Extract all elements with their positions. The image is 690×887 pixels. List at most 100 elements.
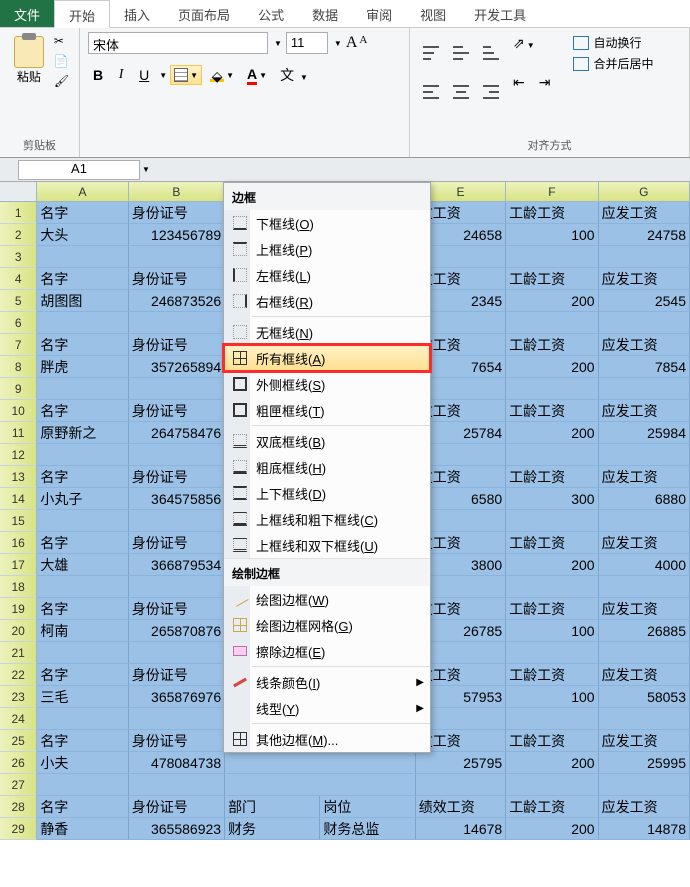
cell[interactable]: 财务总监 (320, 818, 415, 840)
cell[interactable] (599, 246, 690, 268)
cell[interactable]: 名字 (37, 400, 128, 422)
cell[interactable]: 应发工资 (599, 796, 690, 818)
cell[interactable]: 6880 (599, 488, 690, 510)
cell[interactable]: 工龄工资 (506, 400, 598, 422)
cell[interactable]: 264758476 (129, 422, 225, 444)
row-header[interactable]: 11 (0, 422, 37, 444)
cut-icon[interactable]: ✂ (54, 34, 69, 48)
cell[interactable] (37, 708, 128, 730)
menu-item-tthkb[interactable]: 上框线和粗下框线(C) (224, 506, 430, 532)
cell[interactable] (506, 708, 598, 730)
tab-insert[interactable]: 插入 (110, 0, 164, 27)
menu-item-draw[interactable]: 绘图边框(W) (224, 586, 430, 612)
cell[interactable]: 绩效工资 (416, 796, 506, 818)
cell[interactable] (599, 378, 690, 400)
menu-item-dblb[interactable]: 双底框线(B) (224, 428, 430, 454)
row-header[interactable]: 29 (0, 818, 37, 840)
col-header-G[interactable]: G (599, 182, 690, 201)
align-center-icon[interactable] (448, 71, 474, 102)
align-right-icon[interactable] (478, 71, 504, 102)
cell[interactable]: 名字 (37, 598, 128, 620)
cell[interactable] (129, 576, 225, 598)
col-header-A[interactable]: A (37, 182, 128, 201)
row-header[interactable]: 24 (0, 708, 37, 730)
cell[interactable] (416, 774, 506, 796)
phonetic-button[interactable]: 文 ▼ (275, 62, 313, 88)
tab-page-layout[interactable]: 页面布局 (164, 0, 244, 27)
cell[interactable]: 工龄工资 (506, 796, 598, 818)
cell[interactable]: 财务 (225, 818, 320, 840)
tab-view[interactable]: 视图 (406, 0, 460, 27)
cell[interactable]: 应发工资 (599, 400, 690, 422)
cell[interactable]: 身份证号 (129, 466, 225, 488)
row-header[interactable]: 18 (0, 576, 37, 598)
cell[interactable]: 200 (506, 818, 598, 840)
cell[interactable] (129, 246, 225, 268)
menu-item-thick[interactable]: 粗匣框线(T) (224, 397, 430, 423)
menu-item-erase[interactable]: 擦除边框(E) (224, 638, 430, 664)
orientation-icon[interactable]: ⇗▼ (508, 32, 540, 63)
row-header[interactable]: 12 (0, 444, 37, 466)
row-header[interactable]: 9 (0, 378, 37, 400)
cell[interactable]: 478084738 (129, 752, 225, 774)
cell[interactable]: 工龄工资 (506, 532, 598, 554)
cell[interactable]: 366879534 (129, 554, 225, 576)
cell[interactable]: 25995 (599, 752, 690, 774)
row-header[interactable]: 8 (0, 356, 37, 378)
cell[interactable] (37, 642, 128, 664)
tab-data[interactable]: 数据 (298, 0, 352, 27)
cell[interactable] (506, 510, 598, 532)
cell[interactable]: 工龄工资 (506, 664, 598, 686)
cell[interactable]: 应发工资 (599, 532, 690, 554)
menu-item-right[interactable]: 右框线(R) (224, 288, 430, 314)
increase-indent-icon[interactable]: ⇥ (534, 71, 556, 102)
row-header[interactable]: 27 (0, 774, 37, 796)
cell[interactable] (506, 576, 598, 598)
row-header[interactable]: 14 (0, 488, 37, 510)
menu-item-bottom[interactable]: 下框线(O) (224, 210, 430, 236)
row-header[interactable]: 13 (0, 466, 37, 488)
cell[interactable]: 14678 (416, 818, 506, 840)
cell[interactable] (129, 444, 225, 466)
cell[interactable] (129, 510, 225, 532)
cell[interactable] (129, 774, 225, 796)
cell[interactable]: 24758 (599, 224, 690, 246)
row-header[interactable]: 25 (0, 730, 37, 752)
row-header[interactable]: 6 (0, 312, 37, 334)
cell[interactable] (599, 642, 690, 664)
cell[interactable]: 200 (506, 422, 598, 444)
row-header[interactable]: 5 (0, 290, 37, 312)
row-header[interactable]: 3 (0, 246, 37, 268)
cell[interactable]: 大头 (37, 224, 128, 246)
menu-item-top[interactable]: 上框线(P) (224, 236, 430, 262)
cell[interactable]: 25795 (416, 752, 506, 774)
cell[interactable]: 小夫 (37, 752, 128, 774)
align-top-icon[interactable] (418, 32, 444, 63)
cell[interactable] (506, 312, 598, 334)
row-header[interactable]: 22 (0, 664, 37, 686)
font-color-button[interactable]: A ▼ (242, 63, 272, 88)
row-header[interactable]: 19 (0, 598, 37, 620)
cell[interactable]: 123456789 (129, 224, 225, 246)
menu-item-out[interactable]: 外侧框线(S) (224, 371, 430, 397)
menu-item-none[interactable]: 无框线(N) (224, 319, 430, 345)
cell[interactable]: 应发工资 (599, 664, 690, 686)
fill-color-button[interactable]: ⬙ ▼ (205, 65, 239, 85)
menu-item-grid[interactable]: 绘图边框网格(G) (224, 612, 430, 638)
cell[interactable]: 身份证号 (129, 400, 225, 422)
cell[interactable] (599, 312, 690, 334)
merge-center-button[interactable]: 合并后居中 (571, 53, 655, 74)
menu-item-thkb[interactable]: 粗底框线(H) (224, 454, 430, 480)
row-header[interactable]: 7 (0, 334, 37, 356)
row-header[interactable]: 26 (0, 752, 37, 774)
menu-item-tdblb[interactable]: 上框线和双下框线(U) (224, 532, 430, 558)
cell[interactable]: 身份证号 (129, 202, 225, 224)
cell[interactable]: 部门 (225, 796, 320, 818)
wrap-text-button[interactable]: 自动换行 (571, 32, 655, 53)
row-header[interactable]: 16 (0, 532, 37, 554)
cell[interactable]: 小丸子 (37, 488, 128, 510)
row-header[interactable]: 4 (0, 268, 37, 290)
cell[interactable]: 静香 (37, 818, 128, 840)
tab-formulas[interactable]: 公式 (244, 0, 298, 27)
cell[interactable]: 工龄工资 (506, 598, 598, 620)
